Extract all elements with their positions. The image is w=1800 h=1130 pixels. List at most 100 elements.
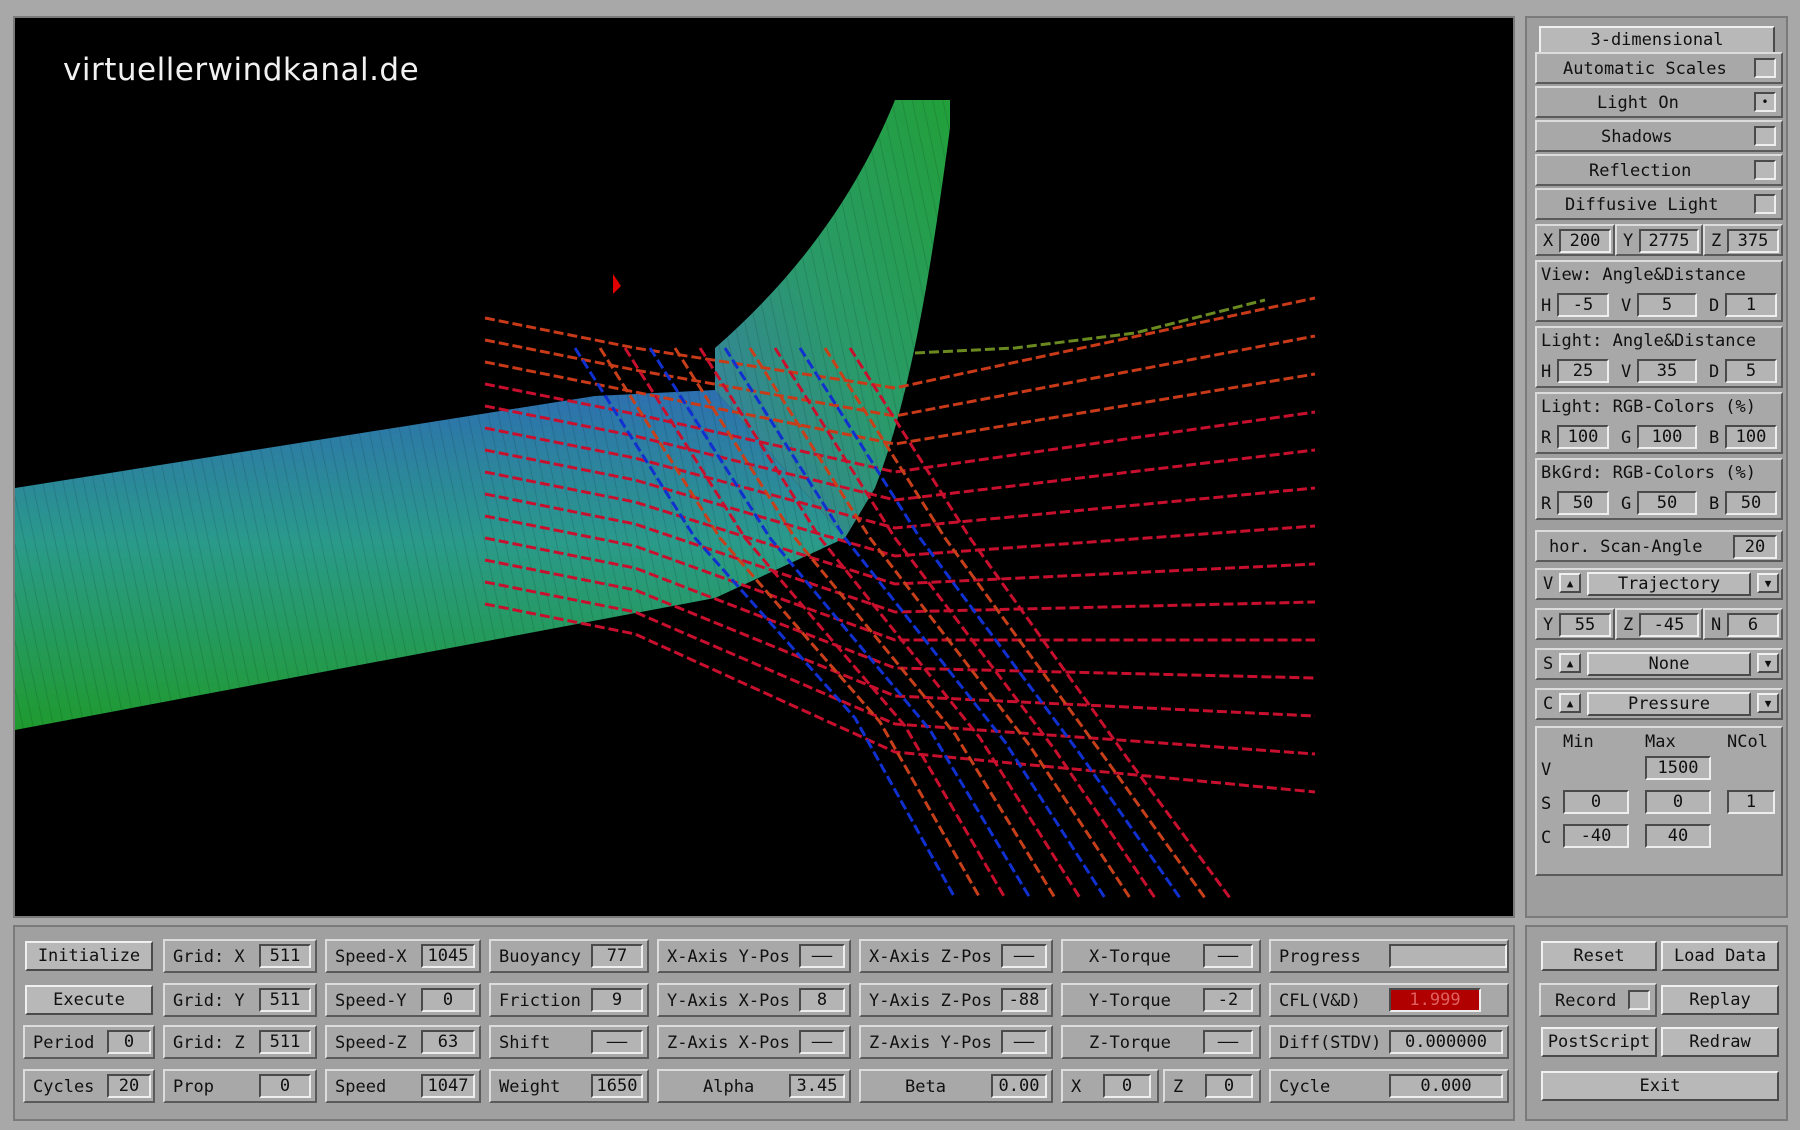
toggle-automatic-scales[interactable]: Automatic Scales (1535, 52, 1783, 84)
bkgrd-r-value[interactable]: 50 (1557, 491, 1609, 515)
prop-value[interactable]: 0 (259, 1074, 311, 1098)
label-z: Z (1711, 231, 1722, 251)
beta-value[interactable]: 0.00 (991, 1074, 1047, 1098)
view-h-value[interactable]: -5 (1557, 293, 1609, 317)
scale-range-group: Min Max NCol V 1500 S 0 0 1 C -40 40 (1535, 726, 1783, 876)
period-value[interactable]: 0 (107, 1030, 151, 1054)
scan-angle-value[interactable]: 20 (1733, 535, 1777, 559)
trajectory-z-value[interactable]: -45 (1639, 613, 1699, 637)
c-min-value[interactable]: -40 (1563, 824, 1629, 848)
position-z-value[interactable]: 375 (1727, 229, 1779, 253)
weight-value[interactable]: 1650 (591, 1074, 643, 1098)
s-select-value[interactable]: None (1587, 652, 1751, 676)
arrow-up-icon[interactable]: ▲ (1559, 573, 1581, 593)
c-max-value[interactable]: 40 (1645, 824, 1711, 848)
cycles-label: Cycles (33, 1077, 95, 1097)
cycles-value[interactable]: 20 (107, 1074, 151, 1098)
label-g: G (1621, 494, 1632, 514)
y-axis-x-pos-value[interactable]: 8 (799, 988, 845, 1012)
buoyancy-value[interactable]: 77 (591, 944, 643, 968)
render-viewport[interactable]: virtuellerwindkanal.de (13, 16, 1515, 918)
grid-z-value[interactable]: 511 (259, 1030, 311, 1054)
friction-value[interactable]: 9 (591, 988, 643, 1012)
label-g: G (1621, 428, 1632, 448)
view-v-value[interactable]: 5 (1637, 293, 1697, 317)
x-torque-value[interactable]: —— (1203, 944, 1253, 968)
trajectory-n-value[interactable]: 6 (1727, 613, 1779, 637)
toggle-reflection[interactable]: Reflection (1535, 154, 1783, 186)
label-y: Y (1543, 615, 1554, 635)
light-d-value[interactable]: 5 (1725, 359, 1777, 383)
friction-label: Friction (499, 991, 581, 1011)
checkbox-diffusive-light[interactable] (1754, 194, 1776, 214)
speed-x-value[interactable]: 1045 (421, 944, 475, 968)
s-select-row: S ▲ None ▼ (1535, 648, 1783, 680)
trajectory-y-value[interactable]: 55 (1559, 613, 1611, 637)
z-torque-value[interactable]: —— (1203, 1030, 1253, 1054)
s-min-value[interactable]: 0 (1563, 790, 1629, 814)
x-axis-z-pos-value[interactable]: —— (1001, 944, 1047, 968)
reset-button[interactable]: Reset (1541, 941, 1657, 971)
toggle-diffusive-light[interactable]: Diffusive Light (1535, 188, 1783, 220)
bkgrd-b-value[interactable]: 50 (1725, 491, 1777, 515)
grid-x-value[interactable]: 511 (259, 944, 311, 968)
y-torque-value[interactable]: -2 (1203, 988, 1253, 1012)
postscript-button[interactable]: PostScript (1541, 1027, 1657, 1057)
x-small-label: X (1071, 1077, 1082, 1097)
s-max-value[interactable]: 0 (1645, 790, 1711, 814)
min-header: Min (1563, 732, 1594, 752)
checkbox-automatic-scales[interactable] (1754, 58, 1776, 78)
v-max-value[interactable]: 1500 (1645, 756, 1711, 780)
chevron-down-icon[interactable]: ▼ (1757, 693, 1779, 713)
record-checkbox[interactable] (1628, 990, 1650, 1010)
arrow-up-icon[interactable]: ▲ (1559, 693, 1581, 713)
light-h-value[interactable]: 25 (1557, 359, 1609, 383)
grid-y-value[interactable]: 511 (259, 988, 311, 1012)
exit-button[interactable]: Exit (1541, 1071, 1779, 1101)
light-v-value[interactable]: 35 (1637, 359, 1697, 383)
chevron-down-icon[interactable]: ▼ (1757, 573, 1779, 593)
load-data-button[interactable]: Load Data (1661, 941, 1779, 971)
speed-value[interactable]: 1047 (421, 1074, 475, 1098)
toggle-light-on[interactable]: Light On • (1535, 86, 1783, 118)
z-axis-x-pos-value[interactable]: —— (799, 1030, 845, 1054)
redraw-button[interactable]: Redraw (1661, 1027, 1779, 1057)
z-axis-y-pos-value[interactable]: —— (1001, 1030, 1047, 1054)
light-g-value[interactable]: 100 (1637, 425, 1697, 449)
c-select-label: C (1543, 694, 1554, 714)
view-d-value[interactable]: 1 (1725, 293, 1777, 317)
checkbox-reflection[interactable] (1754, 160, 1776, 180)
chevron-down-icon[interactable]: ▼ (1757, 653, 1779, 673)
y-axis-z-pos-value[interactable]: -88 (1001, 988, 1047, 1012)
x-small-value[interactable]: 0 (1103, 1074, 1151, 1098)
y-torque-label: Y-Torque (1089, 991, 1171, 1011)
toggle-shadows[interactable]: Shadows (1535, 120, 1783, 152)
shift-field: Shift —— (489, 1025, 649, 1059)
checkbox-shadows[interactable] (1754, 126, 1776, 146)
v-select-value[interactable]: Trajectory (1587, 572, 1751, 596)
position-x-value[interactable]: 200 (1559, 229, 1611, 253)
initialize-button[interactable]: Initialize (25, 941, 153, 971)
alpha-value[interactable]: 3.45 (789, 1074, 845, 1098)
prop-field: Prop 0 (163, 1069, 317, 1103)
light-r-value[interactable]: 100 (1557, 425, 1609, 449)
position-y-value[interactable]: 2775 (1639, 229, 1699, 253)
scan-angle-field: hor. Scan-Angle 20 (1535, 530, 1783, 562)
speed-y-value[interactable]: 0 (421, 988, 475, 1012)
execute-button[interactable]: Execute (25, 985, 153, 1015)
z-small-value[interactable]: 0 (1205, 1074, 1253, 1098)
c-select-value[interactable]: Pressure (1587, 692, 1751, 716)
beta-label: Beta (905, 1077, 946, 1097)
shift-value[interactable]: —— (591, 1030, 643, 1054)
speed-z-value[interactable]: 63 (421, 1030, 475, 1054)
light-b-value[interactable]: 100 (1725, 425, 1777, 449)
s-ncol-value[interactable]: 1 (1727, 790, 1775, 814)
checkbox-light-on[interactable]: • (1754, 92, 1776, 112)
x-axis-y-pos-value[interactable]: —— (799, 944, 845, 968)
bkgrd-g-value[interactable]: 50 (1637, 491, 1697, 515)
replay-button[interactable]: Replay (1661, 985, 1779, 1015)
record-toggle[interactable]: Record (1539, 983, 1657, 1017)
mode-3d-button[interactable]: 3-dimensional (1539, 26, 1775, 54)
arrow-up-icon[interactable]: ▲ (1559, 653, 1581, 673)
control-buttons-panel: Reset Load Data Record Replay PostScript… (1525, 925, 1788, 1121)
